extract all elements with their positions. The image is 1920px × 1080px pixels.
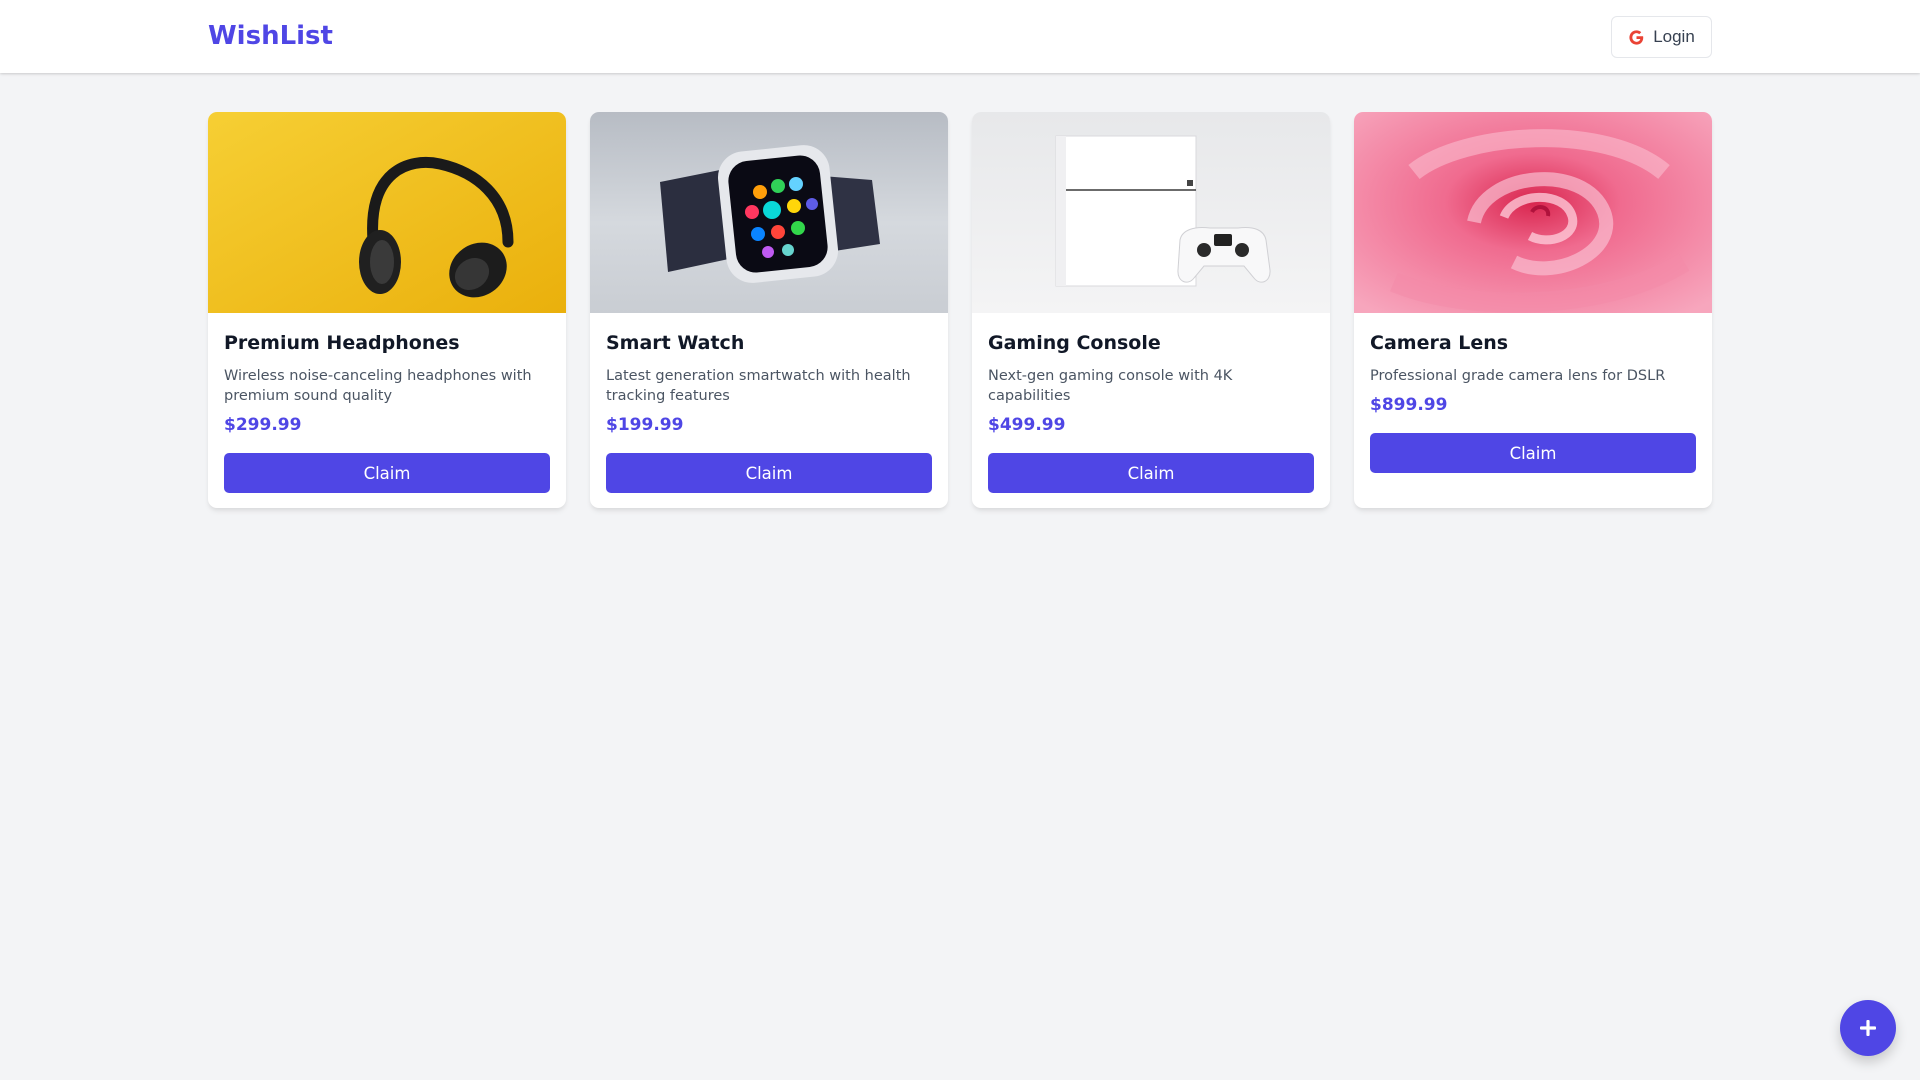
wishlist-card-headphones: Premium Headphones Wireless noise-cancel… bbox=[208, 112, 566, 508]
item-title: Gaming Console bbox=[988, 332, 1161, 354]
smart-watch-image bbox=[590, 112, 948, 313]
claim-button[interactable]: Claim bbox=[988, 453, 1314, 493]
brand-logo[interactable]: WishList bbox=[208, 18, 333, 54]
item-description: Wireless noise-canceling headphones with… bbox=[224, 368, 532, 404]
item-price: $499.99 bbox=[988, 415, 1066, 435]
login-button[interactable]: Login bbox=[1611, 16, 1712, 58]
item-title: Camera Lens bbox=[1370, 332, 1509, 354]
item-price: $299.99 bbox=[224, 415, 302, 435]
item-description: Next-gen gaming console with 4K capabili… bbox=[988, 368, 1233, 404]
headphones-image bbox=[208, 112, 566, 313]
item-title: Smart Watch bbox=[606, 332, 745, 354]
item-description: Professional grade camera lens for DSLR bbox=[1370, 368, 1666, 384]
login-label: Login bbox=[1653, 27, 1695, 46]
camera-lens-image bbox=[1354, 112, 1712, 313]
claim-button[interactable]: Claim bbox=[1370, 433, 1696, 473]
navbar: WishList Login bbox=[0, 0, 1920, 73]
wishlist-card-smart-watch: Smart Watch Latest generation smartwatch… bbox=[590, 112, 948, 508]
item-title: Premium Headphones bbox=[224, 332, 460, 354]
claim-button[interactable]: Claim bbox=[606, 453, 932, 493]
plus-icon bbox=[1860, 1020, 1876, 1036]
gaming-console-image bbox=[972, 112, 1330, 313]
item-description: Latest generation smartwatch with health… bbox=[606, 368, 911, 404]
wishlist-card-camera-lens: Camera Lens Professional grade camera le… bbox=[1354, 112, 1712, 508]
item-price: $899.99 bbox=[1370, 395, 1448, 415]
google-icon bbox=[1629, 29, 1644, 45]
add-item-button[interactable] bbox=[1840, 1000, 1896, 1056]
claim-button[interactable]: Claim bbox=[224, 453, 550, 493]
wishlist-card-gaming-console: Gaming Console Next-gen gaming console w… bbox=[972, 112, 1330, 508]
item-price: $199.99 bbox=[606, 415, 684, 435]
